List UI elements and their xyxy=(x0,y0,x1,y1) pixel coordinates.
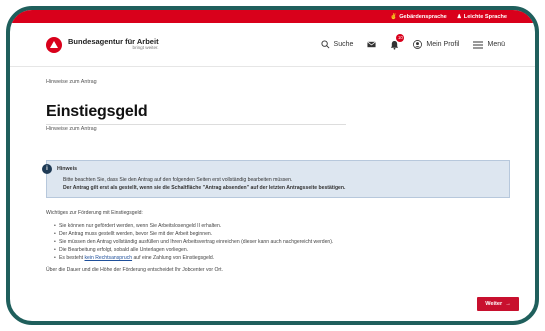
notice-title: Hinweis xyxy=(57,166,78,172)
notification-badge: 10 xyxy=(396,33,405,42)
menu-button[interactable]: Menü xyxy=(473,41,505,49)
mail-button[interactable] xyxy=(367,41,377,48)
easy-language-link[interactable]: ♟ Leichte Sprache xyxy=(457,14,507,20)
info-intro: Wichtiges zur Förderung mit Einstiegsgel… xyxy=(46,210,143,216)
search-icon xyxy=(320,40,329,49)
info-icon: i xyxy=(42,164,52,174)
rechtsanspruch-link[interactable]: kein Rechtsanspruch xyxy=(84,255,132,261)
mail-icon xyxy=(367,41,377,48)
arrow-right-icon: → xyxy=(505,301,511,307)
site-header: Bundesagentur für Arbeit bringt weiter. … xyxy=(10,23,535,67)
logo[interactable]: Bundesagentur für Arbeit bringt weiter. xyxy=(46,36,159,53)
info-outro: Über die Dauer und die Höhe der Förderun… xyxy=(46,267,223,274)
main-content: Hinweise zum Antrag Einstiegsgeld Hinwei… xyxy=(10,79,535,273)
list-item: Der Antrag muss gestellt werden, bevor S… xyxy=(54,230,501,238)
list-item: Sie müssen den Antrag vollständig ausfül… xyxy=(54,238,501,246)
hamburger-icon xyxy=(473,41,484,48)
sign-language-link[interactable]: ✌ Gebärdensprache xyxy=(390,14,447,20)
profile-button[interactable]: Mein Profil xyxy=(413,40,459,49)
notice-box: i Hinweis Bitte beachten Sie, dass Sie d… xyxy=(42,160,510,198)
notifications-button[interactable]: 10 xyxy=(390,33,405,50)
next-button[interactable]: Weiter → xyxy=(477,297,519,311)
notice-text: Bitte beachten Sie, dass Sie den Antrag … xyxy=(63,177,293,183)
header-nav: Suche 10 Mein Profil Menü xyxy=(320,33,505,50)
breadcrumb[interactable]: Hinweise zum Antrag xyxy=(46,79,501,85)
logo-title: Bundesagentur für Arbeit xyxy=(68,36,159,46)
page-title: Einstiegsgeld xyxy=(46,103,148,120)
list-item: Die Bearbeitung erfolgt, sobald alle Unt… xyxy=(54,246,501,254)
info-list: Sie können nur gefördert werden, wenn Si… xyxy=(46,222,501,263)
logo-subtitle: bringt weiter. xyxy=(132,45,159,51)
notice-text-bold: Der Antrag gilt erst als gestellt, wenn … xyxy=(63,185,346,191)
ba-logo-icon xyxy=(46,36,62,53)
page-subtitle: Hinweise zum Antrag xyxy=(46,126,97,132)
user-icon xyxy=(413,40,423,49)
list-item: Sie können nur gefördert werden, wenn Si… xyxy=(54,222,501,230)
title-divider xyxy=(46,124,346,125)
accessibility-bar: ✌ Gebärdensprache ♟ Leichte Sprache xyxy=(10,10,535,23)
search-button[interactable]: Suche xyxy=(320,40,353,49)
device-frame: ✌ Gebärdensprache ♟ Leichte Sprache Bund… xyxy=(6,6,539,325)
list-item: Es besteht kein Rechtsanspruch auf eine … xyxy=(54,254,501,262)
